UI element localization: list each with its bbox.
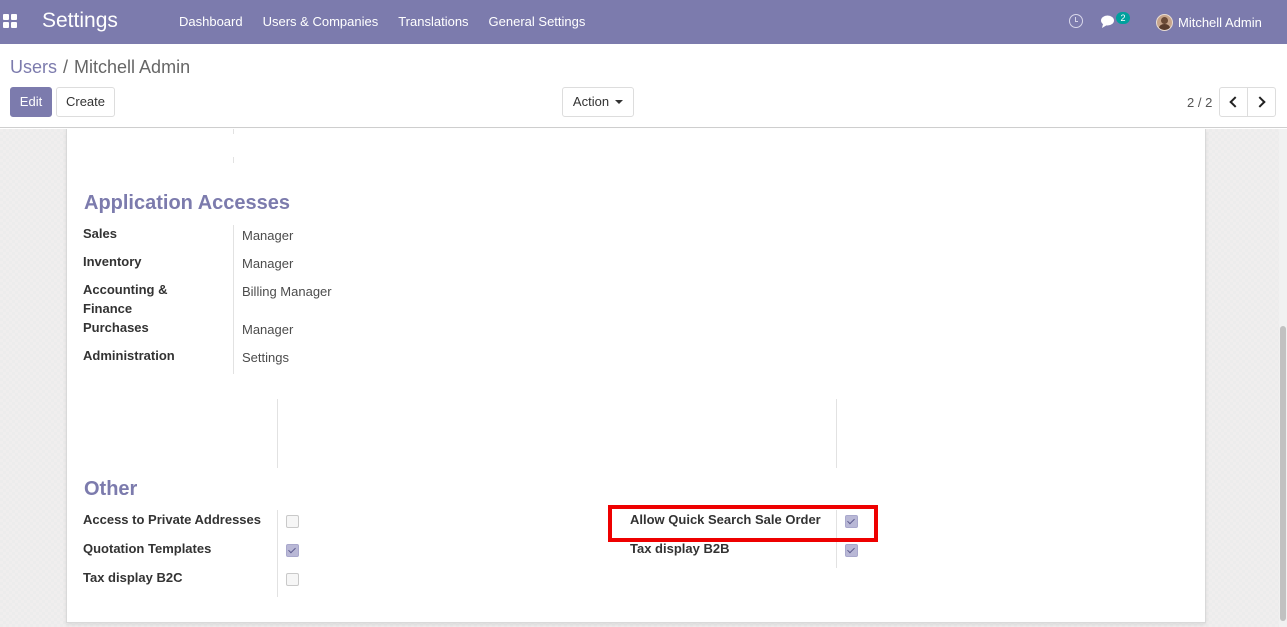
field-label-tax-display-b2c: Tax display B2C xyxy=(83,570,183,585)
messaging-button[interactable]: 2 xyxy=(1101,12,1131,32)
user-menu[interactable]: Mitchell Admin xyxy=(1156,0,1262,44)
menu-general-settings[interactable]: General Settings xyxy=(479,0,596,44)
group-separator xyxy=(233,225,234,374)
checkbox-quotation-templates[interactable] xyxy=(286,544,299,557)
top-navbar: Settings Dashboard Users & Companies Tra… xyxy=(0,0,1287,44)
breadcrumb: Users / Mitchell Admin xyxy=(10,57,190,78)
pager-next-button[interactable] xyxy=(1247,87,1276,117)
field-label-purchases: Purchases xyxy=(83,320,149,335)
field-value-accounting: Billing Manager xyxy=(242,284,332,299)
menu-dashboard[interactable]: Dashboard xyxy=(169,0,253,44)
chat-count-badge: 2 xyxy=(1116,12,1130,24)
breadcrumb-users-link[interactable]: Users xyxy=(10,57,57,77)
form-sheet: Application Accesses Sales Manager Inven… xyxy=(66,129,1206,623)
group-separator xyxy=(277,510,278,597)
field-value-purchases: Manager xyxy=(242,322,294,337)
pager-previous-button[interactable] xyxy=(1219,87,1248,117)
section-title-application-accesses: Application Accesses xyxy=(84,192,291,214)
user-name: Mitchell Admin xyxy=(1178,14,1262,30)
menu-users-companies[interactable]: Users & Companies xyxy=(253,0,389,44)
section-title-other: Other xyxy=(84,478,138,500)
breadcrumb-separator: / xyxy=(63,57,69,77)
vertical-scrollbar[interactable] xyxy=(1279,129,1287,627)
control-panel: Users / Mitchell Admin Edit Create Action … xyxy=(0,44,1287,128)
field-value-inventory: Manager xyxy=(242,256,294,271)
field-value-administration: Settings xyxy=(242,350,289,365)
chat-bubbles-icon xyxy=(1101,15,1114,28)
field-label-administration: Administration xyxy=(83,348,175,363)
avatar xyxy=(1156,13,1173,31)
field-label-quotation-templates: Quotation Templates xyxy=(83,541,212,556)
activity-clock-icon[interactable] xyxy=(1069,14,1083,28)
action-dropdown[interactable]: Action xyxy=(562,87,634,117)
action-label: Action xyxy=(572,94,610,109)
group-separator xyxy=(836,399,837,468)
app-title: Settings xyxy=(42,9,118,32)
edit-button[interactable]: Edit xyxy=(10,87,52,117)
group-separator xyxy=(233,157,234,163)
create-button[interactable]: Create xyxy=(56,87,115,117)
chevron-left-icon xyxy=(1229,96,1241,108)
field-label-accounting: Accounting & Finance xyxy=(83,282,168,316)
apps-grid-icon[interactable] xyxy=(3,14,17,28)
highlight-annotation-box xyxy=(608,505,878,542)
field-label-sales: Sales xyxy=(83,226,117,241)
pager-value: 2 / 2 xyxy=(1187,95,1213,110)
checkbox-tax-display-b2b[interactable] xyxy=(845,544,858,557)
chevron-right-icon xyxy=(1254,96,1266,108)
main-menu: Dashboard Users & Companies Translations… xyxy=(169,0,595,44)
field-label-access-private-addresses: Access to Private Addresses xyxy=(83,512,262,527)
menu-translations[interactable]: Translations xyxy=(388,0,478,44)
field-label-inventory: Inventory xyxy=(83,254,142,269)
field-value-sales: Manager xyxy=(242,228,294,243)
breadcrumb-current: Mitchell Admin xyxy=(74,57,191,77)
checkbox-tax-display-b2c[interactable] xyxy=(286,573,299,586)
group-separator xyxy=(233,129,234,134)
form-content-area: Application Accesses Sales Manager Inven… xyxy=(0,129,1287,627)
checkbox-access-private-addresses[interactable] xyxy=(286,515,299,528)
caret-down-icon xyxy=(615,99,624,104)
scrollbar-thumb[interactable] xyxy=(1280,326,1286,621)
group-separator xyxy=(277,399,278,468)
